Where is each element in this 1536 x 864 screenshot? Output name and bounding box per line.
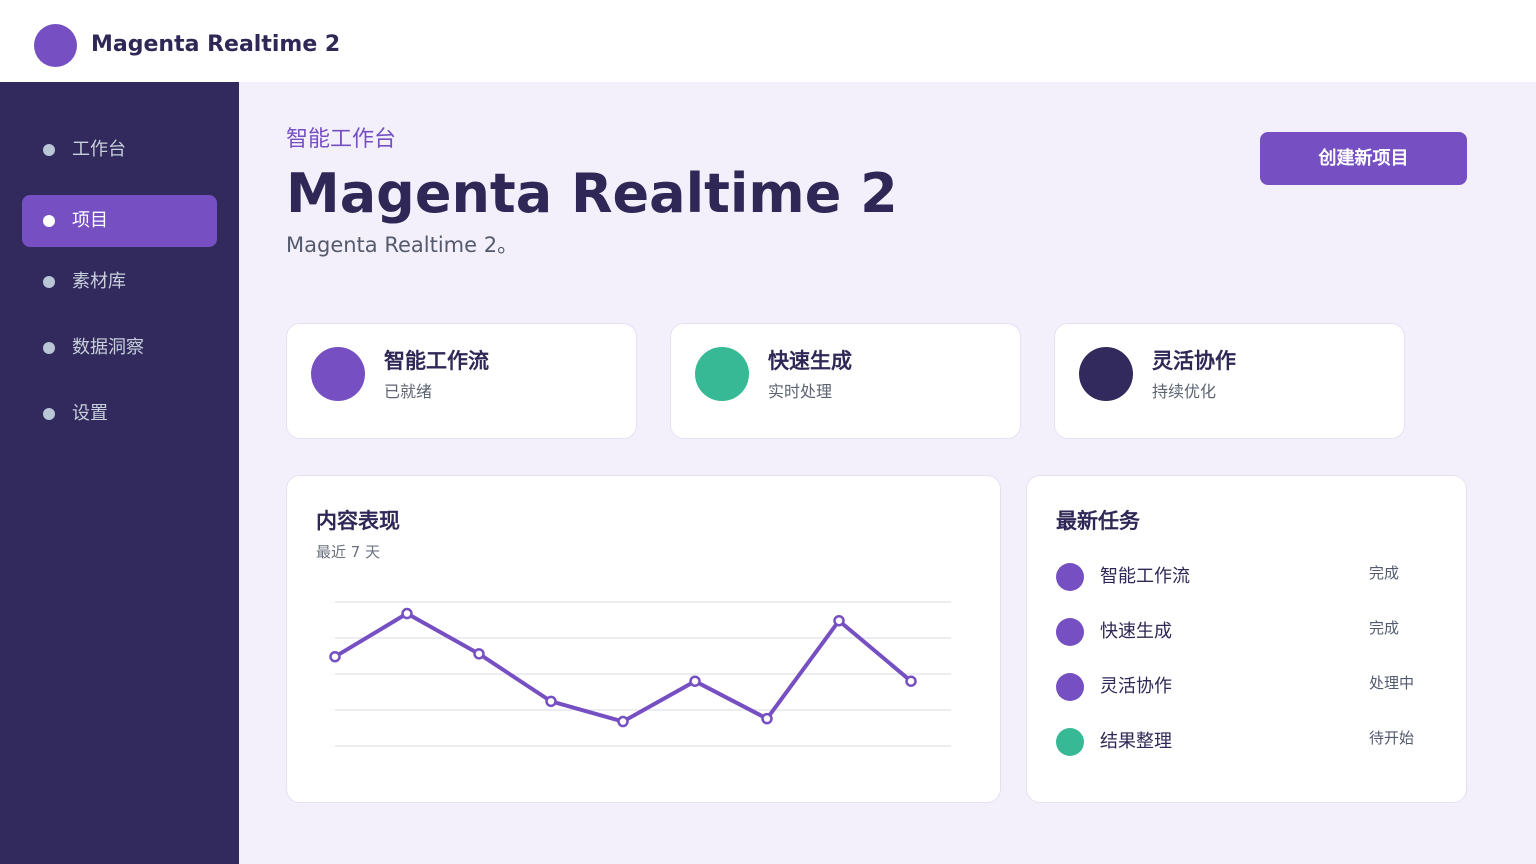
performance-panel: 内容表现 最近 7 天 (286, 475, 1001, 803)
task-dot-icon (1056, 673, 1084, 701)
task-dot-icon (1056, 728, 1084, 756)
page-eyebrow: 智能工作台 (286, 127, 397, 152)
nav-dot-icon (43, 144, 55, 156)
sidebar-item-label: 素材库 (72, 271, 126, 292)
chart-point[interactable] (905, 675, 917, 687)
sidebar: 工作台 项目 素材库 数据洞察 设置 (0, 82, 239, 864)
nav-dot-icon (43, 215, 55, 227)
task-status: 处理中 (1369, 674, 1415, 692)
chart-point[interactable] (833, 614, 845, 627)
task-name: 快速生成 (1100, 621, 1172, 642)
chart-point[interactable] (329, 650, 341, 663)
task-status: 完成 (1369, 564, 1400, 582)
task-status: 完成 (1369, 619, 1400, 637)
sidebar-item-settings[interactable]: 设置 (22, 388, 217, 440)
sidebar-item-label: 设置 (72, 403, 108, 424)
chart-point[interactable] (617, 715, 629, 728)
stat-circle-icon (695, 347, 749, 401)
app-logo (34, 24, 77, 67)
chart-point[interactable] (761, 712, 773, 725)
stat-card-generate[interactable]: 快速生成 实时处理 (670, 323, 1021, 439)
stat-subtitle: 实时处理 (768, 382, 833, 401)
chart-point[interactable] (401, 607, 413, 620)
task-dot-icon (1056, 563, 1084, 591)
sidebar-item-projects[interactable]: 项目 (22, 195, 217, 247)
stat-title: 快速生成 (768, 349, 852, 373)
task-name: 灵活协作 (1100, 676, 1172, 697)
sidebar-item-assets[interactable]: 素材库 (22, 256, 217, 308)
sidebar-item-label: 项目 (72, 210, 108, 231)
panel-title: 最新任务 (1056, 509, 1140, 533)
stat-subtitle: 持续优化 (1152, 382, 1217, 401)
nav-dot-icon (43, 408, 55, 420)
task-row[interactable]: 结果整理 待开始 (1056, 726, 1436, 758)
sidebar-item-label: 数据洞察 (72, 337, 144, 358)
panel-title: 内容表现 (316, 509, 400, 533)
chart-point[interactable] (545, 695, 557, 708)
stat-title: 灵活协作 (1152, 349, 1236, 373)
panel-subtitle: 最近 7 天 (316, 543, 381, 561)
stat-circle-icon (311, 347, 365, 401)
tasks-panel: 最新任务 智能工作流 完成 快速生成 完成 灵活协作 处理中 结果整理 待开始 (1026, 475, 1467, 803)
nav-dot-icon (43, 342, 55, 354)
sidebar-item-insights[interactable]: 数据洞察 (22, 322, 217, 374)
create-project-button[interactable]: 创建新项目 (1260, 132, 1467, 185)
stat-card-collab[interactable]: 灵活协作 持续优化 (1054, 323, 1405, 439)
task-status: 待开始 (1369, 729, 1415, 747)
page-title: Magenta Realtime 2 (286, 162, 898, 225)
sidebar-item-workbench[interactable]: 工作台 (22, 124, 217, 176)
stat-title: 智能工作流 (384, 349, 489, 373)
task-dot-icon (1056, 618, 1084, 646)
sidebar-item-label: 工作台 (72, 139, 126, 160)
top-bar: Magenta Realtime 2 (0, 0, 1536, 82)
app-title: Magenta Realtime 2 (91, 32, 341, 57)
stat-card-workflow[interactable]: 智能工作流 已就绪 (286, 323, 637, 439)
stat-circle-icon (1079, 347, 1133, 401)
task-row[interactable]: 智能工作流 完成 (1056, 561, 1436, 593)
chart-point[interactable] (473, 648, 485, 660)
chart-series-line (333, 611, 913, 724)
nav-dot-icon (43, 276, 55, 288)
task-row[interactable]: 快速生成 完成 (1056, 616, 1436, 648)
task-name: 智能工作流 (1100, 566, 1190, 587)
stat-subtitle: 已就绪 (384, 382, 433, 401)
chart-point[interactable] (689, 675, 701, 687)
page-description: Magenta Realtime 2。 (286, 233, 519, 257)
task-name: 结果整理 (1100, 731, 1172, 752)
task-row[interactable]: 灵活协作 处理中 (1056, 671, 1436, 703)
